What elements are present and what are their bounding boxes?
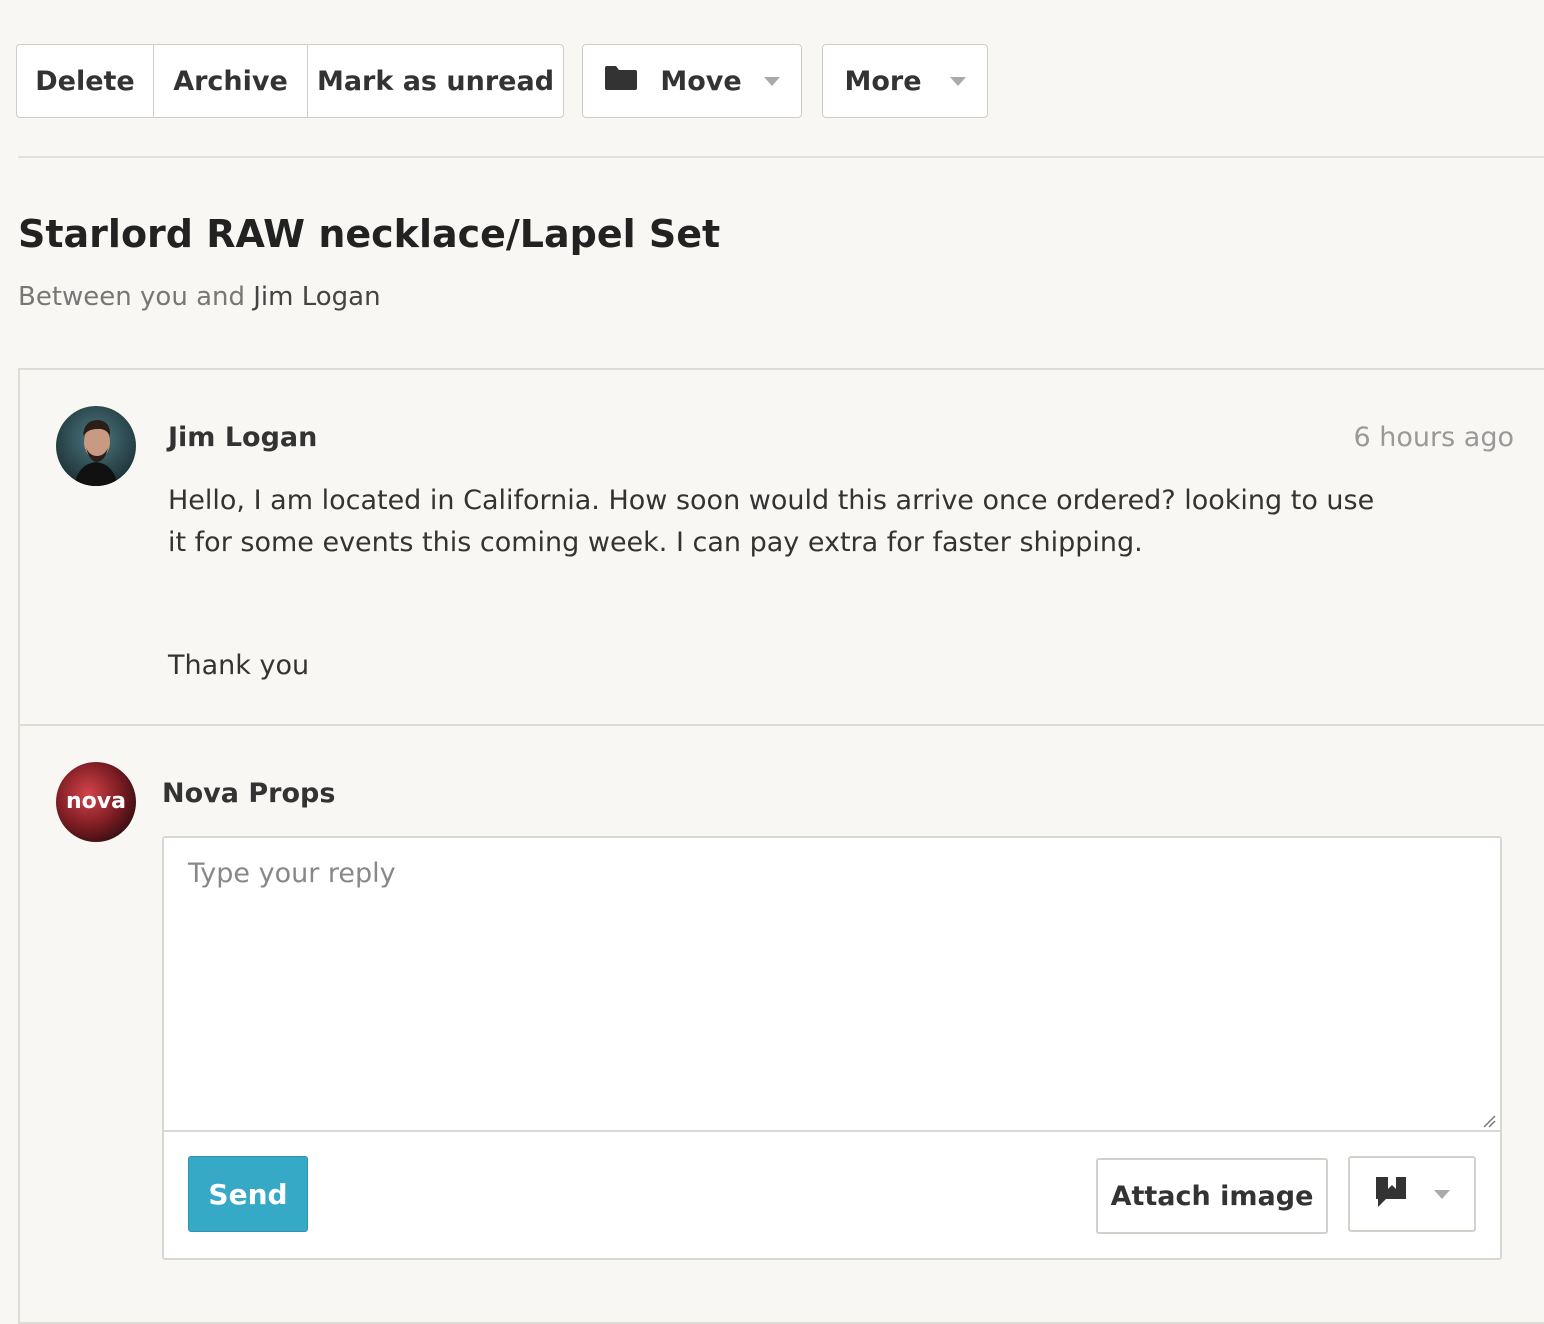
sender-avatar[interactable]	[56, 406, 136, 486]
message-actions-group: Delete Archive Mark as unread	[16, 44, 564, 118]
message-body-text: Hello, I am located in California. How s…	[168, 485, 1375, 558]
message-thread: Jim Logan 6 hours ago Hello, I am locate…	[18, 368, 1544, 1324]
snippets-dropdown-button[interactable]	[1348, 1156, 1476, 1232]
chevron-down-icon	[763, 76, 780, 86]
toolbar-divider	[18, 156, 1544, 158]
conversation-subtitle: Between you and Jim Logan	[18, 282, 381, 312]
archive-button[interactable]: Archive	[154, 45, 308, 117]
delete-button[interactable]: Delete	[17, 45, 154, 117]
send-button[interactable]: Send	[188, 1156, 308, 1232]
message-body: Hello, I am located in California. How s…	[168, 480, 1388, 564]
participant-link[interactable]: Jim Logan	[253, 282, 380, 312]
mark-unread-button[interactable]: Mark as unread	[308, 45, 563, 117]
chevron-down-icon	[1434, 1189, 1450, 1199]
message-timestamp: 6 hours ago	[1353, 422, 1514, 453]
reply-input[interactable]	[164, 838, 1500, 1132]
reply-sender: Nova Props	[162, 778, 336, 809]
snippets-icon	[1374, 1175, 1408, 1213]
subtitle-prefix: Between you and	[18, 282, 245, 312]
shop-avatar: nova	[56, 762, 136, 842]
more-label: More	[844, 65, 922, 97]
message-sender[interactable]: Jim Logan	[168, 422, 317, 453]
move-dropdown-button[interactable]: Move	[582, 44, 802, 118]
attach-image-button[interactable]: Attach image	[1096, 1158, 1328, 1234]
resize-handle-icon[interactable]	[1482, 1114, 1496, 1128]
conversation-title: Starlord RAW necklace/Lapel Set	[18, 212, 721, 256]
more-dropdown-button[interactable]: More	[822, 44, 988, 118]
shop-avatar-logo-text: nova	[66, 789, 126, 814]
message-closing: Thank you	[168, 650, 310, 681]
reply-box: Send Attach image	[162, 836, 1502, 1260]
folder-icon	[604, 65, 638, 98]
message-item: Jim Logan 6 hours ago Hello, I am locate…	[20, 370, 1544, 726]
move-label: Move	[660, 65, 742, 97]
chevron-down-icon	[949, 76, 966, 86]
